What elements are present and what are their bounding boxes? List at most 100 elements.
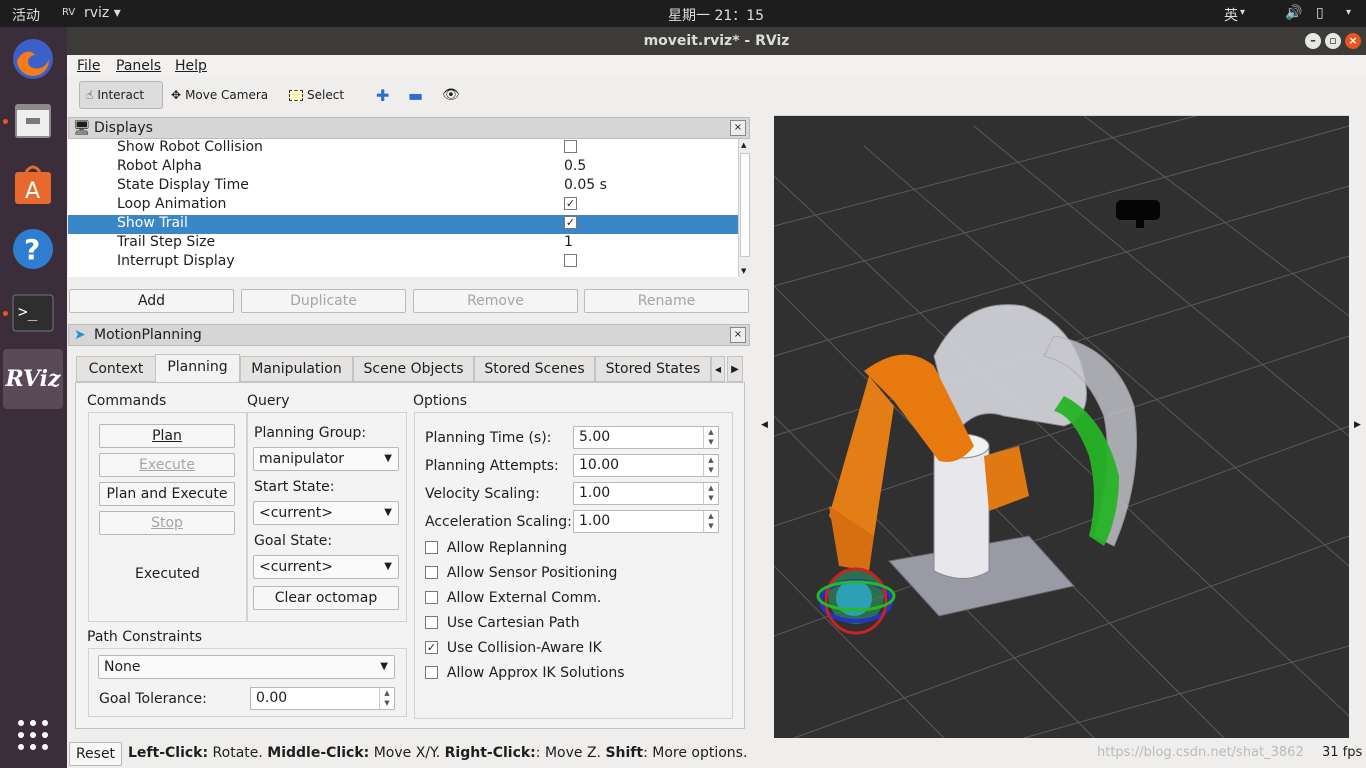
property-checkbox[interactable]: [564, 253, 577, 269]
maximize-button[interactable]: ▫: [1325, 33, 1341, 49]
motion-planning-panel-header[interactable]: ➤ MotionPlanning ×: [68, 324, 750, 346]
input-method-indicator[interactable]: 英: [1224, 5, 1238, 25]
collapse-left-icon[interactable]: ◀: [761, 420, 768, 430]
window-titlebar[interactable]: moveit.rviz* - RViz – ▫ ×: [67, 27, 1366, 55]
select-tool[interactable]: Select: [289, 81, 344, 109]
goal-state-select[interactable]: <current> ▼: [253, 555, 399, 579]
goal-state-value: <current>: [259, 559, 333, 575]
close-icon[interactable]: ×: [730, 120, 746, 136]
add-button[interactable]: Add: [69, 289, 234, 313]
right-splitter[interactable]: ▶: [1349, 115, 1366, 738]
chevron-down-icon: ▼: [384, 561, 392, 572]
tab-scene-objects[interactable]: Scene Objects: [353, 356, 474, 382]
volume-icon[interactable]: 🔊: [1285, 5, 1302, 21]
planning-attempts-spinbox[interactable]: 10.00 ▲ ▼: [573, 454, 719, 477]
planning-time-spinbox[interactable]: 5.00 ▲ ▼: [573, 426, 719, 449]
app-menu[interactable]: rviz ▾: [84, 5, 121, 21]
reset-button[interactable]: Reset: [69, 742, 122, 766]
tab-manipulation[interactable]: Manipulation: [240, 356, 353, 382]
add-tool-icon[interactable]: ✚: [376, 81, 389, 109]
duplicate-button[interactable]: Duplicate: [241, 289, 406, 313]
clock[interactable]: 星期一 21：15: [668, 5, 764, 25]
property-row[interactable]: Robot Alpha 0.5: [68, 158, 738, 177]
activities-button[interactable]: 活动: [12, 5, 40, 25]
property-row[interactable]: Trail Step Size 1: [68, 234, 738, 253]
scroll-up-icon[interactable]: ▲: [741, 141, 746, 149]
property-row[interactable]: Loop Animation ✓: [68, 196, 738, 215]
software-center-icon[interactable]: A: [9, 161, 57, 209]
path-constraints-select[interactable]: None ▼: [98, 655, 395, 679]
splitter[interactable]: ◀: [752, 115, 774, 738]
system-menu-chevron-icon[interactable]: ▾: [1346, 7, 1351, 18]
use-collision-aware-ik-checkbox[interactable]: ✓ Use Collision-Aware IK: [425, 640, 602, 656]
tab-scroll-left-icon[interactable]: ◀: [711, 356, 725, 382]
terminal-icon[interactable]: >_: [9, 289, 57, 337]
close-icon[interactable]: ×: [730, 327, 746, 343]
watermark: https://blog.csdn.net/shat_3862: [1097, 745, 1304, 760]
minimize-button[interactable]: –: [1305, 33, 1321, 49]
menu-panels[interactable]: Panels: [116, 58, 161, 74]
property-row-selected[interactable]: Show Trail ✓: [68, 215, 738, 234]
remove-button[interactable]: Remove: [413, 289, 578, 313]
rviz-launcher-icon[interactable]: RViz: [3, 349, 63, 409]
3d-render-view[interactable]: [774, 116, 1349, 738]
firefox-icon[interactable]: [9, 35, 57, 83]
plan-and-execute-button[interactable]: Plan and Execute: [99, 482, 235, 506]
acceleration-scaling-spinbox[interactable]: 1.00 ▲ ▼: [573, 510, 719, 533]
show-apps-icon[interactable]: [9, 711, 57, 759]
goal-tolerance-spinbox[interactable]: 0.00 ▲ ▼: [250, 687, 395, 710]
rename-button[interactable]: Rename: [584, 289, 749, 313]
execute-button[interactable]: Execute: [99, 453, 235, 477]
move-camera-tool[interactable]: ✥ Move Camera: [171, 81, 268, 109]
scroll-down-icon[interactable]: ▼: [741, 267, 746, 275]
files-icon[interactable]: [9, 97, 57, 145]
remove-tool-icon[interactable]: ▬: [408, 81, 423, 109]
start-state-select[interactable]: <current> ▼: [253, 501, 399, 525]
spin-arrows-icon[interactable]: ▲ ▼: [703, 427, 718, 448]
property-checkbox[interactable]: ✓: [564, 196, 577, 212]
close-button[interactable]: ×: [1345, 33, 1361, 49]
help-icon[interactable]: ?: [9, 225, 57, 273]
tab-scroll-right-icon[interactable]: ▶: [727, 356, 743, 382]
property-value[interactable]: 0.05 s: [564, 177, 607, 193]
battery-icon[interactable]: ▯: [1316, 5, 1324, 21]
allow-external-comm-checkbox[interactable]: Allow External Comm.: [425, 590, 601, 606]
property-value[interactable]: 1: [564, 234, 573, 250]
planning-attempts-label: Planning Attempts:: [425, 458, 559, 474]
menu-file[interactable]: File: [77, 58, 100, 74]
displays-panel-header[interactable]: 🖥 Displays ×: [68, 117, 750, 139]
stop-button[interactable]: Stop: [99, 511, 235, 535]
menu-help[interactable]: Help: [175, 58, 207, 74]
displays-scrollbar[interactable]: ▲ ▼: [738, 139, 751, 277]
monitor-icon: 🖥: [73, 120, 91, 136]
property-checkbox[interactable]: ✓: [564, 215, 577, 231]
allow-sensor-positioning-checkbox[interactable]: Allow Sensor Positioning: [425, 565, 617, 581]
spin-arrows-icon[interactable]: ▲ ▼: [703, 455, 718, 476]
spin-arrows-icon[interactable]: ▲ ▼: [703, 511, 718, 532]
clear-octomap-button[interactable]: Clear octomap: [253, 586, 399, 610]
tab-stored-scenes[interactable]: Stored Scenes: [474, 356, 595, 382]
velocity-scaling-spinbox[interactable]: 1.00 ▲ ▼: [573, 482, 719, 505]
tab-planning[interactable]: Planning: [155, 354, 240, 383]
tab-context[interactable]: Context: [76, 356, 156, 382]
tab-stored-states[interactable]: Stored States: [595, 356, 711, 382]
property-checkbox[interactable]: [564, 139, 577, 155]
allow-approx-ik-checkbox[interactable]: Allow Approx IK Solutions: [425, 665, 624, 681]
scrollbar-thumb[interactable]: [740, 153, 750, 257]
planning-group-select[interactable]: manipulator ▼: [253, 447, 399, 471]
spin-arrows-icon[interactable]: ▲ ▼: [379, 688, 394, 709]
property-row[interactable]: Interrupt Display: [68, 253, 738, 272]
plan-button[interactable]: Plan: [99, 424, 235, 448]
eye-icon[interactable]: 👁: [442, 81, 460, 109]
interact-tool[interactable]: ☝ Interact: [79, 81, 163, 109]
property-value[interactable]: 0.5: [564, 158, 586, 174]
property-row[interactable]: State Display Time 0.05 s: [68, 177, 738, 196]
planning-attempts-value: 10.00: [579, 457, 620, 473]
svg-text:>_: >_: [18, 302, 38, 321]
use-cartesian-path-checkbox[interactable]: Use Cartesian Path: [425, 615, 580, 631]
collapse-right-icon[interactable]: ▶: [1354, 420, 1361, 430]
allow-replanning-checkbox[interactable]: Allow Replanning: [425, 540, 567, 556]
spin-arrows-icon[interactable]: ▲ ▼: [703, 483, 718, 504]
chevron-down-icon: ▾: [1240, 7, 1246, 18]
property-row[interactable]: Show Robot Collision: [68, 139, 738, 158]
